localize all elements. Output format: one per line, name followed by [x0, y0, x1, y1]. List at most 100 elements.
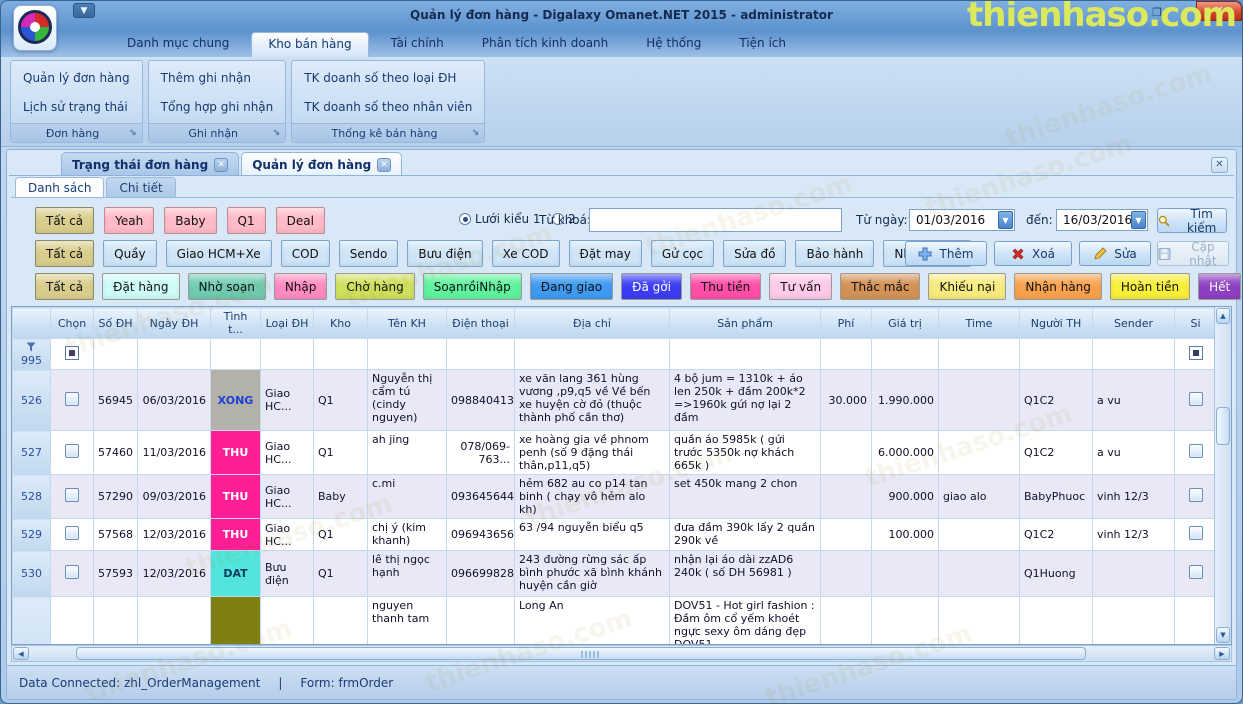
- horizontal-scroll-thumb[interactable]: [76, 647, 1086, 660]
- column-header-so-dh[interactable]: Số ĐH: [94, 308, 138, 339]
- column-header-nguoi-th[interactable]: Người TH: [1020, 308, 1093, 339]
- close-button[interactable]: ✕: [1196, 1, 1242, 21]
- status-filter-nhap[interactable]: Nhập: [274, 273, 328, 300]
- table-row[interactable]: 530 57593 12/03/2016 DAT Bưu điện Q1 lê …: [13, 551, 1215, 597]
- row-indicator[interactable]: 530: [13, 551, 51, 597]
- subtab-danh-sach[interactable]: Danh sách: [15, 177, 104, 197]
- horizontal-scrollbar[interactable]: ◀ ▶: [11, 645, 1232, 662]
- brand-filter-deal[interactable]: Deal: [276, 207, 325, 234]
- ribbon-item-lich-su-trang-thai[interactable]: Lịch sử trạng thái: [21, 96, 132, 118]
- type-filter-sua-do[interactable]: Sửa đồ: [723, 240, 786, 267]
- table-row[interactable]: 526 56945 06/03/2016 XONG Giao HC... Q1 …: [13, 370, 1215, 431]
- row-checkbox[interactable]: [65, 392, 79, 406]
- scroll-down-icon[interactable]: ▼: [1216, 627, 1230, 643]
- auto-filter-row[interactable]: 995: [13, 339, 1215, 370]
- row-checkbox[interactable]: [65, 565, 79, 579]
- status-filter-tu-van[interactable]: Tư vấn: [769, 273, 832, 300]
- status-filter-nho-soan[interactable]: Nhờ soạn: [188, 273, 266, 300]
- column-header-ngay-dh[interactable]: Ngày ĐH: [138, 308, 211, 339]
- column-header-kho[interactable]: Kho: [314, 308, 368, 339]
- subtab-chi-tiet[interactable]: Chi tiết: [106, 177, 175, 197]
- status-filter-thac-mac[interactable]: Thắc mắc: [840, 273, 920, 300]
- status-filter-thu-tien[interactable]: Thu tiền: [690, 273, 761, 300]
- dialog-launcher-icon[interactable]: ⇘: [472, 129, 480, 138]
- column-header-si[interactable]: Si: [1175, 308, 1215, 339]
- ribbon-item-tong-hop-ghi-nhan[interactable]: Tổng hợp ghi nhận: [159, 96, 276, 118]
- column-header-phi[interactable]: Phí: [821, 308, 872, 339]
- type-filter-xe-cod[interactable]: Xe COD: [492, 240, 560, 267]
- to-date-picker[interactable]: 16/03/2016 ▼: [1056, 209, 1148, 231]
- column-header-dia-chi[interactable]: Địa chỉ: [515, 308, 670, 339]
- dialog-launcher-icon[interactable]: ⇘: [273, 129, 281, 138]
- row-indicator[interactable]: 529: [13, 519, 51, 551]
- table-row[interactable]: 527 57460 11/03/2016 THU Giao HC... Q1 a…: [13, 431, 1215, 475]
- update-button[interactable]: Cập nhật: [1157, 241, 1229, 266]
- row-indicator[interactable]: 531: [13, 597, 51, 645]
- row-checkbox[interactable]: [65, 526, 79, 540]
- brand-filter-yeah[interactable]: Yeah: [104, 207, 154, 234]
- status-filter-da-goi[interactable]: Đã gởi: [621, 273, 682, 300]
- vertical-scroll-thumb[interactable]: [1216, 407, 1230, 445]
- radio-grid-style-1[interactable]: [459, 213, 471, 225]
- add-button[interactable]: Thêm: [905, 241, 987, 266]
- application-button[interactable]: [13, 5, 57, 51]
- column-header-gia-tri[interactable]: Giá trị: [872, 308, 939, 339]
- vertical-scrollbar[interactable]: ▲ ▼: [1214, 307, 1231, 644]
- si-checkbox[interactable]: [1189, 488, 1203, 502]
- type-filter-tatca[interactable]: Tất cả: [35, 240, 94, 267]
- column-header-time[interactable]: Time: [939, 308, 1020, 339]
- table-row[interactable]: 528 57290 09/03/2016 THU Giao HC... Baby…: [13, 475, 1215, 519]
- from-date-picker[interactable]: 01/03/2016 ▼: [909, 209, 1015, 231]
- row-indicator[interactable]: 528: [13, 475, 51, 519]
- status-filter-dang-giao[interactable]: Đang giao: [530, 273, 613, 300]
- ribbon-item-quan-ly-don-hang[interactable]: Quản lý đơn hàng: [21, 67, 132, 89]
- status-filter-soan-roi-nhap[interactable]: SoạnrồiNhập: [423, 273, 522, 300]
- column-header-tinh-trang[interactable]: Tình t...: [211, 308, 261, 339]
- si-checkbox[interactable]: [1189, 565, 1203, 579]
- calendar-dropdown-icon[interactable]: ▼: [1131, 211, 1146, 229]
- select-all-toggle[interactable]: [65, 346, 79, 360]
- column-header-chon[interactable]: Chọn: [51, 308, 94, 339]
- status-filter-hoan-tien[interactable]: Hoàn tiền: [1110, 273, 1190, 300]
- tab-close-icon[interactable]: ✕: [377, 158, 391, 172]
- si-checkbox[interactable]: [1189, 392, 1203, 406]
- ribbon-item-them-ghi-nhan[interactable]: Thêm ghi nhận: [159, 67, 276, 89]
- keyword-input[interactable]: [589, 208, 842, 232]
- column-header-sender[interactable]: Sender: [1093, 308, 1175, 339]
- type-filter-quay[interactable]: Quầy: [103, 240, 157, 267]
- type-filter-gu-coc[interactable]: Gử cọc: [651, 240, 714, 267]
- brand-filter-tatca[interactable]: Tất cả: [35, 207, 94, 234]
- tabbar-close-icon[interactable]: ✕: [1211, 157, 1228, 173]
- scroll-left-icon[interactable]: ◀: [13, 647, 29, 660]
- type-filter-bao-hanh[interactable]: Bảo hành: [795, 240, 874, 267]
- type-filter-cod[interactable]: COD: [281, 240, 330, 267]
- si-checkbox[interactable]: [1189, 526, 1203, 540]
- type-filter-dat-may[interactable]: Đặt may: [569, 240, 642, 267]
- status-filter-dat-hang[interactable]: Đặt hàng: [102, 273, 179, 300]
- si-all-toggle[interactable]: [1189, 346, 1203, 360]
- ribbon-tab-tai-chinh[interactable]: Tài chính: [375, 32, 460, 57]
- ribbon-item-tk-nhan-vien[interactable]: TK doanh số theo nhân viên: [302, 96, 474, 118]
- doc-tab-quan-ly-don-hang[interactable]: Quản lý đơn hàng ✕: [241, 152, 402, 175]
- edit-button[interactable]: Sửa: [1079, 241, 1151, 266]
- search-button[interactable]: Tìm kiếm: [1157, 208, 1227, 233]
- status-filter-cho-hang[interactable]: Chờ hàng: [335, 273, 414, 300]
- doc-tab-trang-thai-don-hang[interactable]: Trạng thái đơn hàng ✕: [61, 152, 239, 175]
- column-header-loai-dh[interactable]: Loại ĐH: [261, 308, 314, 339]
- status-filter-nhan-hang[interactable]: Nhận hàng: [1014, 273, 1102, 300]
- row-checkbox[interactable]: [65, 488, 79, 502]
- quick-access-dropdown-icon[interactable]: ▼: [73, 3, 95, 18]
- si-checkbox[interactable]: [1189, 444, 1203, 458]
- column-header-dien-thoai[interactable]: Điện thoại: [447, 308, 515, 339]
- scroll-up-icon[interactable]: ▲: [1216, 308, 1230, 324]
- scroll-right-icon[interactable]: ▶: [1214, 647, 1230, 660]
- table-row[interactable]: 531 56455 02/03/2016 TRA Sendo Q1 nguyen…: [13, 597, 1215, 645]
- type-filter-buu-dien[interactable]: Bưu điện: [407, 240, 482, 267]
- type-filter-giao-hcm-xe[interactable]: Giao HCM+Xe: [166, 240, 272, 267]
- ribbon-tab-he-thong[interactable]: Hệ thống: [630, 32, 717, 57]
- dialog-launcher-icon[interactable]: ⇘: [129, 129, 137, 138]
- ribbon-tab-tien-ich[interactable]: Tiện ích: [723, 32, 802, 57]
- row-indicator[interactable]: 527: [13, 431, 51, 475]
- delete-button[interactable]: Xoá: [994, 241, 1072, 266]
- tab-close-icon[interactable]: ✕: [214, 158, 228, 172]
